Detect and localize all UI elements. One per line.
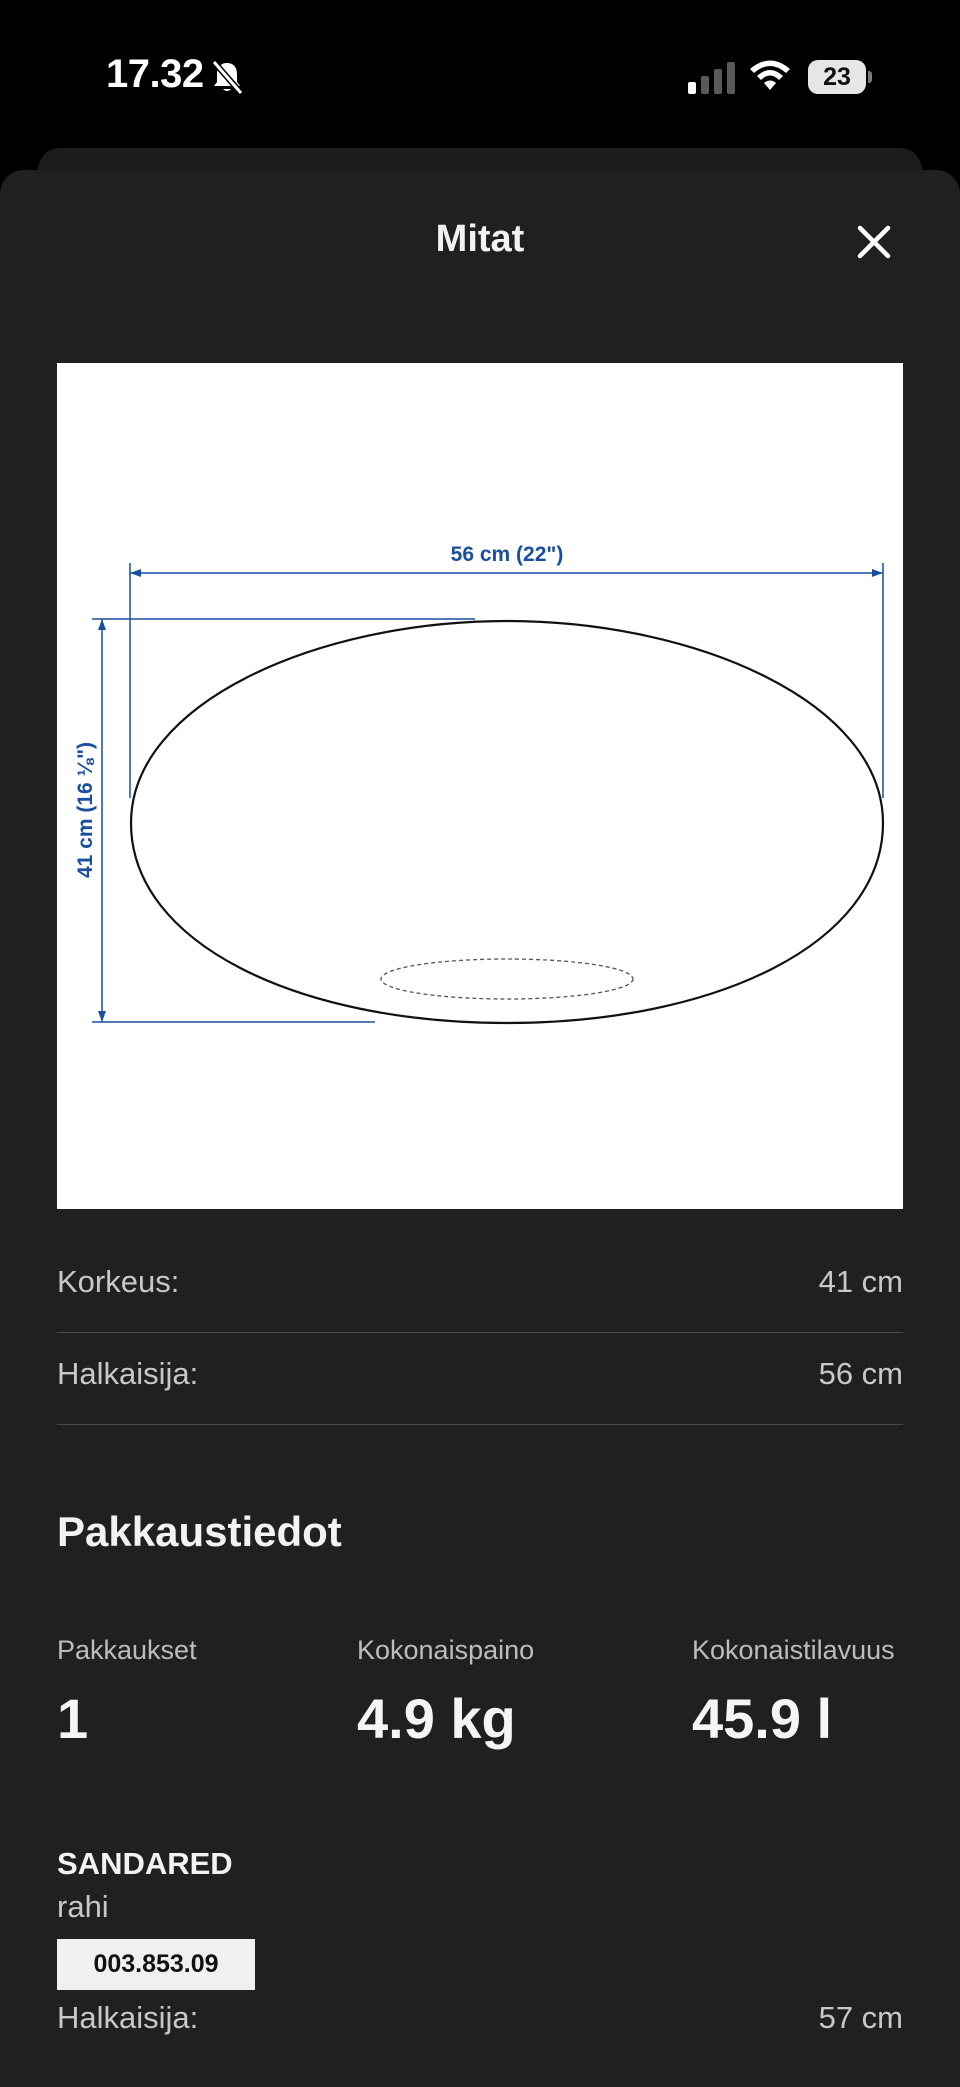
width-arrow-left [130,569,141,577]
battery-level: 23 [808,60,866,94]
dimension-row-diameter: Halkaisija: 56 cm [57,1332,903,1425]
close-icon[interactable] [850,218,898,266]
dimension-value: 41 cm [818,1264,903,1299]
pouffe-base-outline [380,958,634,1000]
package-stat-label: Kokonaistilavuus [692,1635,895,1665]
width-label: 56 cm (22") [451,543,564,566]
package-stat-label: Pakkaukset [57,1635,197,1665]
package-stat-value: 1 [57,1687,89,1750]
dimension-drawing: 56 cm (22") 41 cm (16 ⅛") [74,543,885,1025]
product-type: rahi [57,1889,109,1924]
dimensions-sheet: Mitat 56 cm (22") 41 cm (16 ⅛") Korkeus:… [0,170,960,2087]
dimension-value: 57 cm [818,2000,903,2035]
dimension-label: Korkeus: [57,1264,180,1299]
wifi-icon [750,60,790,90]
product-name: SANDARED [57,1846,233,1881]
battery-icon: 23 [808,60,872,94]
package-stat-label: Kokonaispaino [357,1635,535,1665]
package-stat-weight: Kokonaispaino 4.9 kg [357,1635,534,1751]
width-arrow-right [872,569,883,577]
dimension-label: Halkaisija: [57,2000,199,2035]
dimension-value: 56 cm [818,1356,903,1391]
package-stat-value: 4.9 kg [357,1687,516,1750]
pouffe-outline [129,619,885,1025]
package-section-title: Pakkaustiedot [57,1508,342,1555]
dimension-label: Halkaisija: [57,1356,199,1391]
battery-tip [868,71,872,83]
status-bar: 17.32 23 [0,0,960,150]
package-stat-packages: Pakkaukset 1 [57,1635,197,1751]
height-arrow-top [98,619,106,630]
article-number: 003.853.09 [57,1939,255,1990]
status-time: 17.32 [106,52,204,96]
bell-muted-icon [211,60,244,95]
height-label: 41 cm (16 ⅛") [74,742,97,878]
sheet-title: Mitat [435,218,525,260]
package-stat-volume: Kokonaistilavuus 45.9 l [692,1635,895,1751]
signal-icon [688,62,735,94]
dimension-diagram: 56 cm (22") 41 cm (16 ⅛") [57,363,903,1209]
height-arrow-bottom [98,1011,106,1022]
package-stat-value: 45.9 l [692,1687,833,1750]
dimension-row-height: Korkeus: 41 cm [57,1240,903,1333]
